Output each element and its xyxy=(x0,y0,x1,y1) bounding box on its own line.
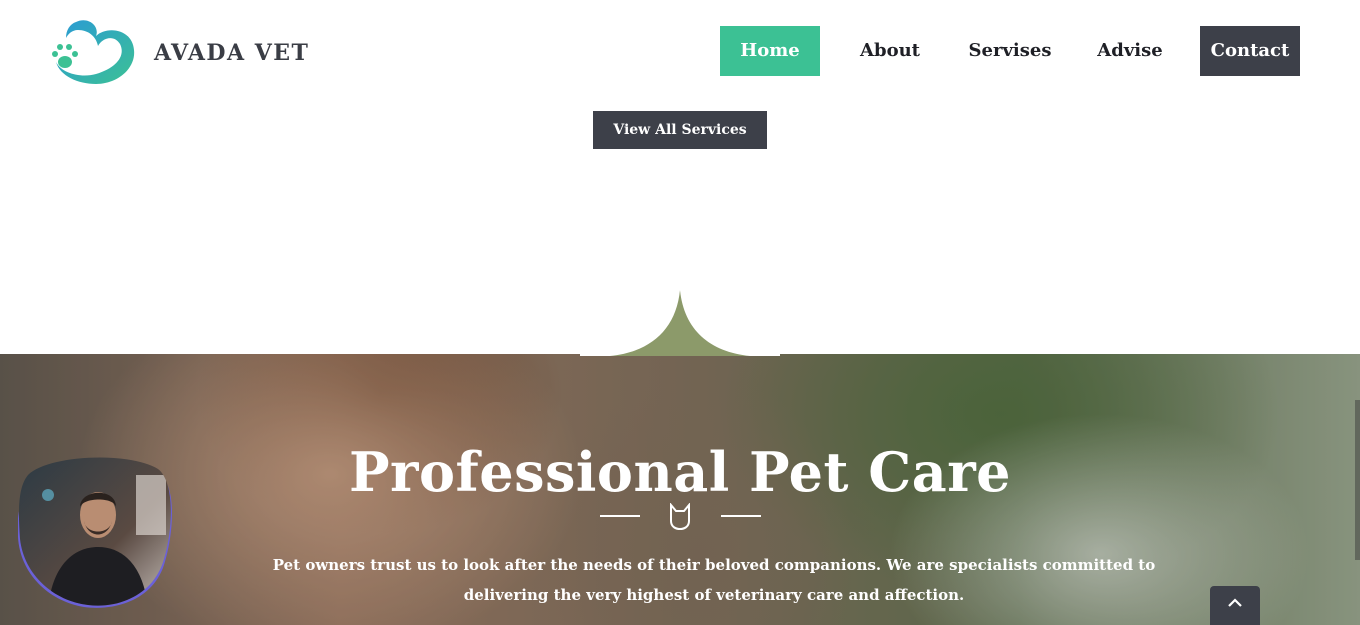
nav-advise[interactable]: Advise xyxy=(1080,26,1180,76)
section-notch-fill xyxy=(580,284,780,356)
scrollbar-thumb[interactable] xyxy=(1355,400,1360,560)
back-to-top-button[interactable] xyxy=(1210,586,1260,625)
nav-contact[interactable]: Contact xyxy=(1200,26,1300,76)
divider-line-left xyxy=(600,515,640,517)
divider-line-right xyxy=(721,515,761,517)
nav-home[interactable]: Home xyxy=(720,26,820,76)
paw-heart-icon[interactable] xyxy=(48,16,138,88)
person-avatar[interactable] xyxy=(18,455,174,609)
site-header: AVADA VET Home About Servises Advise Con… xyxy=(0,0,1360,100)
hero-title: Professional Pet Care xyxy=(348,440,1012,504)
chevron-up-icon xyxy=(1228,598,1242,607)
cat-icon xyxy=(670,503,690,531)
nav-services[interactable]: Servises xyxy=(958,26,1062,76)
hero-section: Professional Pet Care Pet owners trust u… xyxy=(0,354,1360,625)
nav-about[interactable]: About xyxy=(840,26,940,76)
hero-description: Pet owners trust us to look after the ne… xyxy=(272,556,1156,604)
view-all-services-button[interactable]: View All Services xyxy=(593,111,767,149)
brand-name[interactable]: AVADA VET xyxy=(154,40,309,66)
